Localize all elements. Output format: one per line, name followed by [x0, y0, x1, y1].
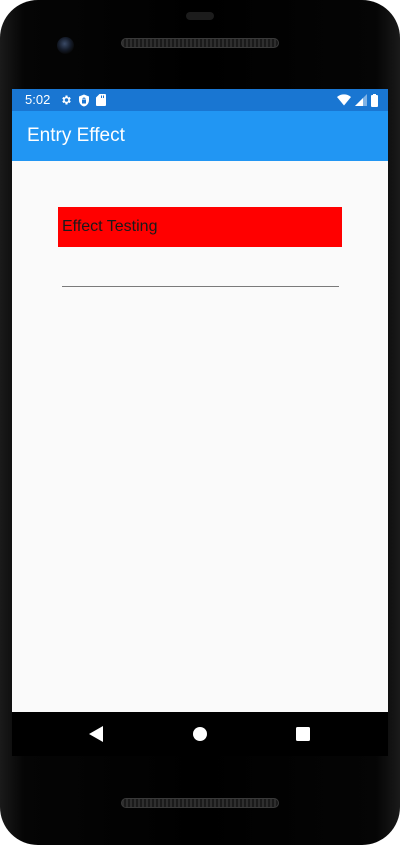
page-title: Entry Effect [27, 125, 125, 146]
entry-text: Effect Testing [62, 218, 158, 235]
shield-icon [79, 94, 89, 106]
gear-icon [62, 95, 71, 105]
home-icon [193, 727, 207, 741]
status-notification-icons [60, 93, 106, 107]
status-bar: 5:02 [12, 89, 388, 111]
top-speaker [121, 38, 279, 48]
recents-icon [296, 727, 310, 741]
app-bar: Entry Effect [12, 111, 388, 161]
bottom-speaker [121, 798, 279, 808]
second-entry-field[interactable] [62, 286, 339, 287]
front-camera [57, 37, 74, 54]
device-frame: 5:02 Entry Effect Effect Testing [0, 0, 400, 845]
navigation-bar [12, 712, 388, 756]
status-system-icons [337, 93, 378, 107]
recents-button[interactable] [293, 724, 313, 744]
home-button[interactable] [190, 724, 210, 744]
back-button[interactable] [86, 724, 106, 744]
battery-icon [371, 93, 378, 107]
sd-card-icon [96, 94, 106, 106]
earpiece [186, 12, 214, 20]
back-icon [89, 726, 103, 742]
cell-signal-icon [355, 94, 367, 106]
effect-entry-field[interactable]: Effect Testing [58, 207, 342, 247]
screen: 5:02 Entry Effect Effect Testing [12, 89, 388, 712]
wifi-icon [337, 94, 351, 106]
status-time: 5:02 [25, 92, 51, 107]
